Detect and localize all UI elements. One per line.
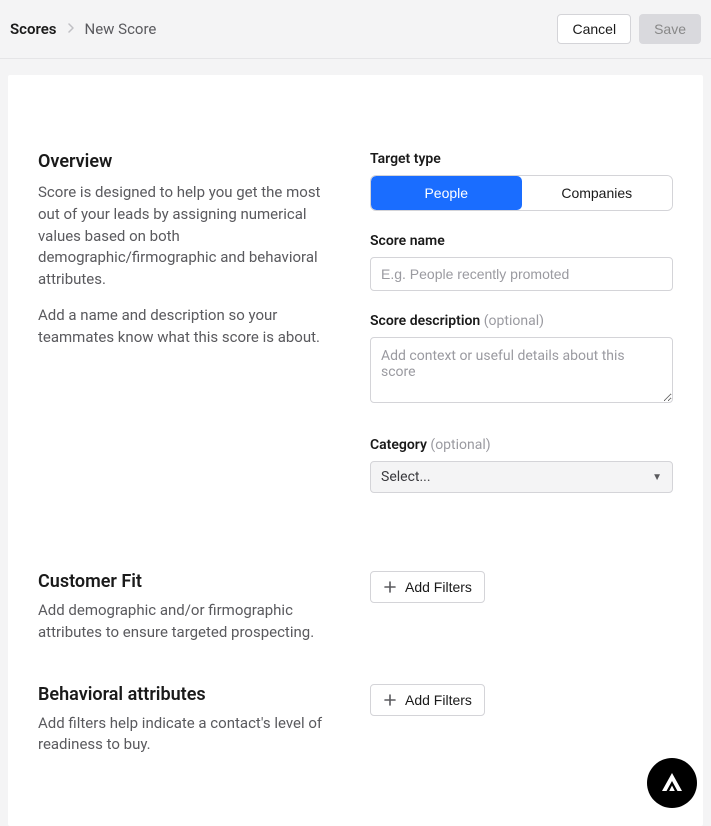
category-label: Category (optional) [370,437,673,453]
page-header: Scores New Score Cancel Save [0,0,711,59]
plus-icon [383,693,397,707]
score-name-label: Score name [370,233,673,249]
score-description-field: Score description (optional) [370,313,673,407]
score-description-input[interactable] [370,337,673,403]
customer-fit-title: Customer Fit [38,571,338,592]
logo-icon [659,770,685,796]
category-select-value: Select... [381,469,431,485]
score-description-optional: (optional) [484,313,544,329]
target-type-label: Target type [370,151,673,167]
category-field: Category (optional) Select... ▼ [370,437,673,493]
behavioral-add-filters-button[interactable]: Add Filters [370,684,485,716]
customer-fit-add-filters-label: Add Filters [405,579,472,595]
customer-fit-add-filters-button[interactable]: Add Filters [370,571,485,603]
content-card: Overview Score is designed to help you g… [8,75,703,826]
behavioral-desc: Add filters help indicate a contact's le… [38,713,338,757]
overview-section: Overview Score is designed to help you g… [38,151,673,493]
plus-icon [383,580,397,594]
header-actions: Cancel Save [557,14,701,44]
save-button[interactable]: Save [639,14,701,44]
behavioral-title: Behavioral attributes [38,684,338,705]
customer-fit-desc: Add demographic and/or firmographic attr… [38,600,338,644]
breadcrumb-current: New Score [85,20,157,38]
customer-fit-section: Customer Fit Add demographic and/or firm… [38,571,673,644]
score-description-label-text: Score description [370,313,480,329]
help-fab[interactable] [647,758,697,808]
category-label-text: Category [370,437,427,453]
target-type-segmented: People Companies [370,175,673,211]
chevron-right-icon [67,21,75,37]
target-type-companies[interactable]: Companies [522,176,673,210]
overview-title: Overview [38,151,338,172]
score-description-label: Score description (optional) [370,313,673,329]
target-type-field: Target type People Companies [370,151,673,211]
customer-fit-description: Add demographic and/or firmographic attr… [38,600,338,644]
score-name-input[interactable] [370,257,673,291]
behavioral-section: Behavioral attributes Add filters help i… [38,684,673,757]
score-name-field: Score name [370,233,673,291]
category-optional: (optional) [430,437,490,453]
cancel-button[interactable]: Cancel [557,14,631,44]
behavioral-add-filters-label: Add Filters [405,692,472,708]
category-select[interactable]: Select... ▼ [370,461,673,493]
target-type-people[interactable]: People [371,176,522,210]
overview-description: Score is designed to help you get the mo… [38,182,338,348]
overview-desc-1: Score is designed to help you get the mo… [38,182,338,291]
overview-desc-2: Add a name and description so your teamm… [38,305,338,349]
behavioral-description: Add filters help indicate a contact's le… [38,713,338,757]
breadcrumb: Scores New Score [10,20,156,38]
breadcrumb-root[interactable]: Scores [10,20,57,38]
caret-down-icon: ▼ [652,472,662,483]
